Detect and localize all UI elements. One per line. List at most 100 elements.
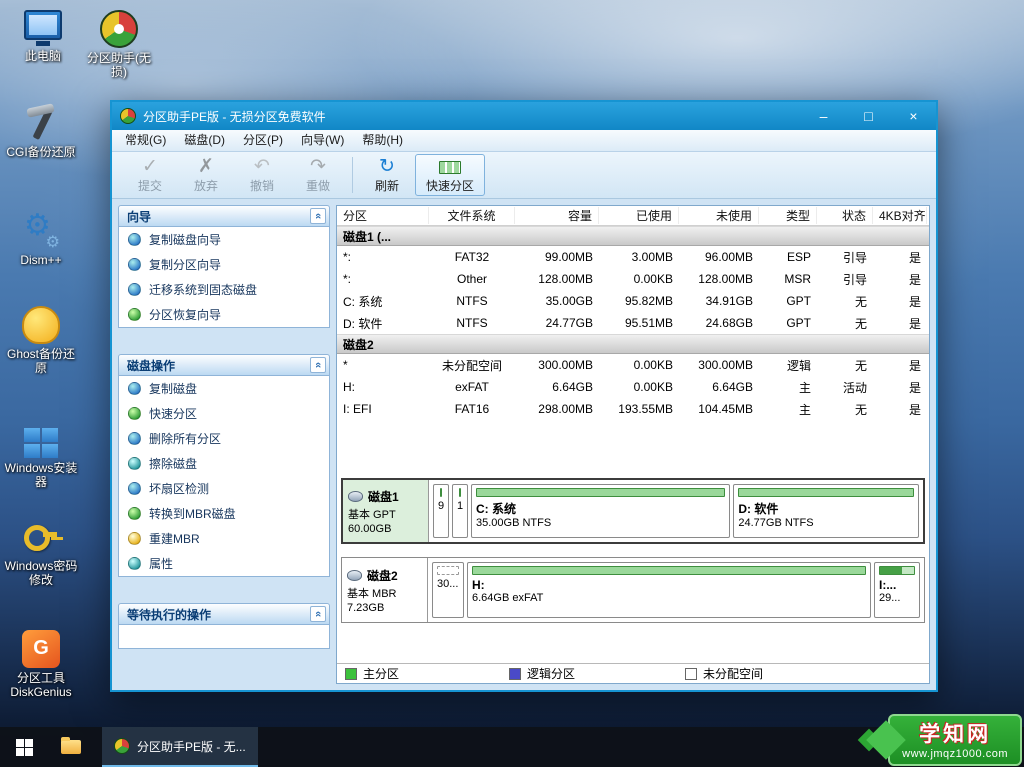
partition-block-h[interactable]: H: 6.64GB exFAT	[467, 562, 871, 618]
cell-status: 活动	[817, 379, 873, 396]
sidebar-item-copy-disk-wizard[interactable]: 复制磁盘向导	[119, 227, 329, 252]
column-type[interactable]: 类型	[759, 207, 817, 224]
sidebar-item-bad-sector-check[interactable]: 坏扇区检测	[119, 476, 329, 501]
disk2-info[interactable]: 磁盘2 基本 MBR 7.23GB	[342, 558, 428, 622]
table-row[interactable]: *: Other 128.00MB 0.00KB 128.00MB MSR 引导…	[337, 268, 929, 290]
menu-partition[interactable]: 分区(P)	[234, 130, 292, 151]
cell-capacity: 300.00MB	[515, 358, 599, 372]
commit-check-icon: ✓	[142, 156, 158, 177]
start-button[interactable]	[0, 727, 48, 767]
collapse-chevron-icon[interactable]: «	[310, 606, 326, 622]
wizard-panel-header[interactable]: 向导 «	[118, 205, 330, 227]
sidebar-item-convert-to-mbr[interactable]: 转换到MBR磁盘	[119, 501, 329, 526]
partition-block-unallocated[interactable]: 30...	[432, 562, 464, 618]
titlebar[interactable]: 分区助手PE版 - 无损分区免费软件 – □ ×	[112, 102, 936, 130]
column-capacity[interactable]: 容量	[515, 207, 599, 224]
table-row[interactable]: *: FAT32 99.00MB 3.00MB 96.00MB ESP 引导 是	[337, 246, 929, 268]
menu-general[interactable]: 常规(G)	[116, 130, 175, 151]
disk1-info[interactable]: 磁盘1 基本 GPT 60.00GB	[343, 480, 429, 542]
disk1-graph[interactable]: 磁盘1 基本 GPT 60.00GB 9	[341, 478, 925, 544]
desktop-icon-password-reset[interactable]: Windows密码修改	[4, 518, 78, 587]
column-4kb-aligned[interactable]: 4KB对齐	[873, 207, 927, 224]
desktop-icon-windows-installer[interactable]: Windows安装器	[4, 424, 78, 489]
desktop-icon-this-pc[interactable]: 此电脑	[6, 10, 80, 63]
cell-unused: 6.64GB	[679, 380, 759, 394]
close-button[interactable]: ×	[891, 102, 936, 130]
undo-button[interactable]: ↶ 撤销	[234, 154, 290, 196]
sidebar-item-migrate-os-to-ssd[interactable]: 迁移系统到固态磁盘	[119, 277, 329, 302]
file-explorer-button[interactable]	[48, 727, 94, 767]
partition-block-msr[interactable]: 1	[452, 484, 468, 538]
column-partition[interactable]: 分区	[337, 207, 429, 224]
sidebar-item-partition-recovery-wizard[interactable]: 分区恢复向导	[119, 302, 329, 327]
maximize-button[interactable]: □	[846, 102, 891, 130]
partition-block-i[interactable]: I:... 29...	[874, 562, 920, 618]
column-used[interactable]: 已使用	[599, 207, 679, 224]
taskbar-app-label: 分区助手PE版 - 无...	[137, 738, 246, 755]
cell-unused: 24.68GB	[679, 316, 759, 330]
sidebar-item-label: 转换到MBR磁盘	[149, 505, 236, 522]
cell-capacity: 128.00MB	[515, 272, 599, 286]
sidebar-item-delete-all-partitions[interactable]: 删除所有分区	[119, 426, 329, 451]
desktop-icon-ghost-backup[interactable]: Ghost备份还原	[4, 306, 78, 375]
disk-operations-panel: 磁盘操作 « 复制磁盘 快速分区	[118, 354, 330, 577]
sidebar-item-quick-partition[interactable]: 快速分区	[119, 401, 329, 426]
disk-size: 60.00GB	[348, 523, 423, 535]
desktop-icon-cgi-backup[interactable]: CGI备份还原	[4, 104, 78, 159]
menu-help[interactable]: 帮助(H)	[353, 130, 412, 151]
cell-status: 引导	[817, 249, 873, 266]
desktop-icon-dism[interactable]: Dism++	[4, 212, 78, 267]
cell-filesystem: FAT16	[429, 402, 515, 416]
refresh-button[interactable]: ↻ 刷新	[359, 154, 415, 196]
partition-block-d[interactable]: D: 软件 24.77GB NTFS	[733, 484, 919, 538]
sidebar-item-properties[interactable]: 属性	[119, 551, 329, 576]
collapse-chevron-icon[interactable]: «	[310, 357, 326, 373]
commit-button[interactable]: ✓ 提交	[122, 154, 178, 196]
taskbar-app-button[interactable]: 分区助手PE版 - 无...	[102, 727, 258, 767]
minimize-button[interactable]: –	[801, 102, 846, 130]
disk-operations-panel-header[interactable]: 磁盘操作 «	[118, 354, 330, 376]
table-row[interactable]: D: 软件 NTFS 24.77GB 95.51MB 24.68GB GPT 无…	[337, 312, 929, 334]
cell-capacity: 6.64GB	[515, 380, 599, 394]
app-icon	[114, 738, 130, 754]
desktop-icon-partition-assistant[interactable]: 分区助手(无损)	[82, 10, 156, 79]
usage-bar	[879, 566, 915, 575]
copy-disk-wizard-icon	[128, 233, 141, 246]
sidebar-item-copy-partition-wizard[interactable]: 复制分区向导	[119, 252, 329, 277]
quick-partition-label: 快速分区	[426, 177, 474, 194]
column-filesystem[interactable]: 文件系统	[429, 207, 515, 224]
partition-block-esp[interactable]: 9	[433, 484, 449, 538]
partition-label: 30...	[437, 578, 459, 590]
partition-name: D: 软件	[738, 500, 914, 517]
menu-wizard[interactable]: 向导(W)	[292, 130, 353, 151]
partition-block-c[interactable]: C: 系统 35.00GB NTFS	[471, 484, 730, 538]
sidebar-item-wipe-disk[interactable]: 擦除磁盘	[119, 451, 329, 476]
column-unused[interactable]: 未使用	[679, 207, 759, 224]
cell-unused: 34.91GB	[679, 294, 759, 308]
disk-icon	[347, 570, 362, 581]
watermark-url: www.jmqz1000.com	[902, 748, 1008, 760]
disk2-group-row[interactable]: 磁盘2	[337, 334, 929, 354]
windows-installer-icon	[24, 428, 58, 458]
usage-bar	[738, 488, 914, 497]
column-status[interactable]: 状态	[817, 207, 873, 224]
quick-partition-button[interactable]: 快速分区	[415, 154, 485, 196]
disk-kind: 基本 GPT	[348, 506, 423, 522]
disk1-group-row[interactable]: 磁盘1 (...	[337, 226, 929, 246]
sidebar-item-copy-disk[interactable]: 复制磁盘	[119, 376, 329, 401]
disk2-graph[interactable]: 磁盘2 基本 MBR 7.23GB 30...	[341, 557, 925, 623]
sidebar-item-rebuild-mbr[interactable]: 重建MBR	[119, 526, 329, 551]
table-row[interactable]: H: exFAT 6.64GB 0.00KB 6.64GB 主 活动 是	[337, 376, 929, 398]
menu-disk[interactable]: 磁盘(D)	[175, 130, 234, 151]
redo-button[interactable]: ↷ 重做	[290, 154, 346, 196]
cell-used: 0.00KB	[599, 272, 679, 286]
table-row[interactable]: I: EFI FAT16 298.00MB 193.55MB 104.45MB …	[337, 398, 929, 420]
table-row[interactable]: * 未分配空间 300.00MB 0.00KB 300.00MB 逻辑 无 是	[337, 354, 929, 376]
pending-operations-panel-header[interactable]: 等待执行的操作 «	[118, 603, 330, 625]
collapse-chevron-icon[interactable]: «	[310, 208, 326, 224]
refresh-icon: ↻	[379, 156, 395, 177]
cell-partition: I: EFI	[337, 402, 429, 416]
table-row[interactable]: C: 系统 NTFS 35.00GB 95.82MB 34.91GB GPT 无…	[337, 290, 929, 312]
discard-button[interactable]: ✗ 放弃	[178, 154, 234, 196]
desktop-icon-diskgenius[interactable]: 分区工具DiskGenius	[4, 630, 78, 699]
